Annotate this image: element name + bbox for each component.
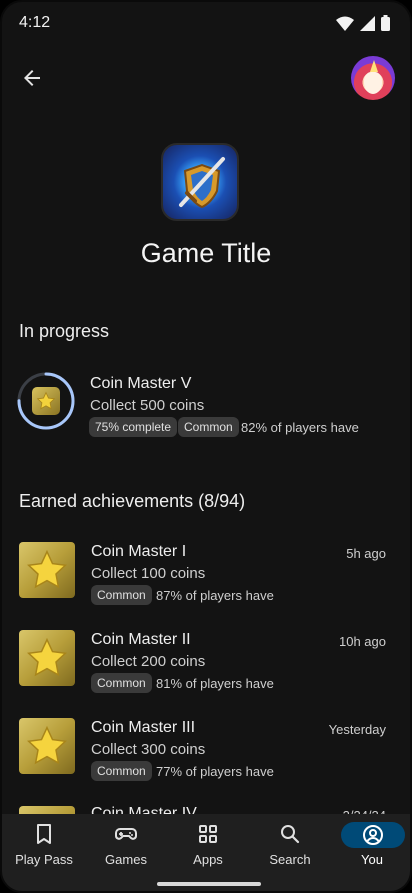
earned-time: 5h ago xyxy=(346,546,386,561)
gamepad-icon xyxy=(115,828,137,840)
earned-time: 10h ago xyxy=(339,634,386,649)
avatar[interactable] xyxy=(351,56,395,100)
achievement-badge xyxy=(19,630,75,686)
unicorn-face-icon xyxy=(364,72,382,94)
star-icon xyxy=(36,391,56,410)
players-percent: 77% of players have xyxy=(156,764,274,779)
status-icons xyxy=(336,15,390,31)
nav-label: Apps xyxy=(193,852,223,867)
rarity-chip: Common xyxy=(91,673,152,693)
achievements-screen: 4:12 Game Title In progress Coin Master … xyxy=(0,0,412,893)
star-icon xyxy=(27,725,67,765)
rarity-chip: Common xyxy=(91,761,152,781)
nav-label: Games xyxy=(105,852,147,867)
nav-item-games[interactable]: Games xyxy=(85,814,167,876)
battery-icon xyxy=(381,15,390,31)
achievement-badge xyxy=(19,718,75,774)
apps-grid-icon xyxy=(199,825,217,843)
game-title: Game Title xyxy=(140,238,272,268)
achievement-title: Coin Master V xyxy=(90,375,192,392)
nav-item-play-pass[interactable]: Play Pass xyxy=(3,814,85,876)
nav-item-apps[interactable]: Apps xyxy=(167,814,249,876)
nav-item-search[interactable]: Search xyxy=(249,814,331,876)
star-icon xyxy=(27,549,67,589)
arrow-back-icon[interactable] xyxy=(20,66,44,90)
achievement-description: Collect 500 coins xyxy=(90,397,205,414)
players-percent: 82% of players have xyxy=(241,420,359,435)
nav-label: Search xyxy=(269,852,311,867)
nav-label: Play Pass xyxy=(15,852,73,867)
earned-time: Yesterday xyxy=(328,722,386,737)
achievement-badge xyxy=(32,387,60,415)
home-indicator[interactable] xyxy=(157,882,261,886)
achievement-description: Collect 100 coins xyxy=(91,565,206,582)
game-icon xyxy=(161,143,239,221)
wifi-icon xyxy=(336,16,354,31)
search-icon xyxy=(281,825,300,844)
in-progress-heading: In progress xyxy=(19,321,110,341)
players-percent: 87% of players have xyxy=(156,588,274,603)
nav-item-you[interactable]: You xyxy=(331,814,410,876)
signal-icon xyxy=(360,15,375,31)
nav-label: You xyxy=(361,852,383,867)
play-pass-icon xyxy=(37,824,51,844)
account-icon xyxy=(363,825,383,845)
shield-sword-icon xyxy=(179,157,225,209)
achievement-description: Collect 200 coins xyxy=(91,653,206,670)
earned-heading: Earned achievements (8/94) xyxy=(19,491,246,511)
progress-chip: 75% complete xyxy=(89,417,178,437)
achievement-badge xyxy=(19,542,75,598)
rarity-chip: Common xyxy=(178,417,239,437)
status-time: 4:12 xyxy=(19,14,51,31)
achievement-description: Collect 300 coins xyxy=(91,741,206,758)
star-icon xyxy=(27,637,67,677)
achievement-title: Coin Master I xyxy=(91,543,187,560)
rarity-chip: Common xyxy=(91,585,152,605)
status-bar: 4:12 xyxy=(2,2,410,46)
achievement-title: Coin Master II xyxy=(91,631,191,648)
achievement-title: Coin Master III xyxy=(91,719,196,736)
unicorn-horn-icon xyxy=(370,60,378,72)
players-percent: 81% of players have xyxy=(156,676,274,691)
